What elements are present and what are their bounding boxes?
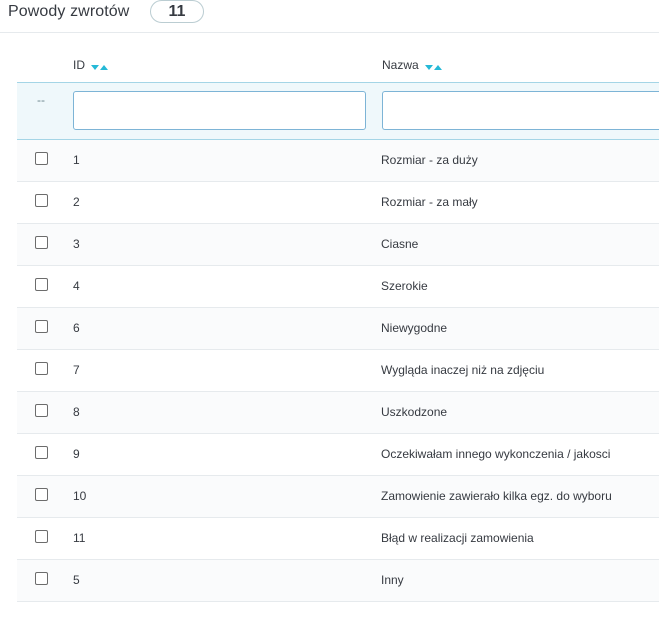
sort-asc-icon[interactable] (434, 64, 443, 70)
row-id: 10 (73, 489, 87, 503)
row-checkbox[interactable] (35, 194, 48, 207)
row-checkbox[interactable] (35, 404, 48, 417)
sort-desc-icon[interactable] (91, 64, 100, 70)
filter-row: -- (17, 83, 659, 140)
row-name: Niewygodne (381, 321, 448, 335)
row-name: Zamowienie zawierało kilka egz. do wybor… (381, 489, 612, 503)
filter-id-input[interactable] (73, 91, 366, 130)
row-id: 6 (73, 321, 80, 335)
row-id: 2 (73, 195, 80, 209)
column-header-id-label: ID (73, 58, 85, 72)
table-row[interactable]: 9 Oczekiwałam innego wykonczenia / jakosc… (17, 434, 659, 476)
count-badge: 11 (150, 0, 204, 23)
table-row[interactable]: 10 Zamowienie zawierało kilka egz. do wyb… (17, 476, 659, 518)
row-checkbox[interactable] (35, 152, 48, 165)
panel-heading: Powody zwrotów 11 (0, 0, 659, 33)
table-row[interactable]: 8 Uszkodzone (17, 392, 659, 434)
table-row[interactable]: 5 Inny (17, 560, 659, 602)
row-id: 9 (73, 447, 80, 461)
table-header-row: ID Nazwa (17, 48, 659, 83)
row-name: Wygląda inaczej niż na zdjęciu (381, 363, 545, 377)
returns-reasons-table: ID Nazwa -- 1 Rozmiar - za duży 2 Rozmiar -… (17, 48, 659, 602)
row-name: Rozmiar - za duży (381, 153, 478, 167)
row-checkbox[interactable] (35, 572, 48, 585)
sort-desc-icon[interactable] (425, 64, 434, 70)
row-name: Oczekiwałam innego wykonczenia / jakosci (381, 447, 611, 461)
row-id: 1 (73, 153, 80, 167)
row-checkbox[interactable] (35, 278, 48, 291)
column-header-name: Nazwa (382, 58, 443, 73)
table-body: 1 Rozmiar - za duży 2 Rozmiar - za mały 3 Cia… (17, 140, 659, 602)
row-id: 11 (73, 531, 86, 545)
row-id: 7 (73, 363, 80, 377)
table-row[interactable]: 1 Rozmiar - za duży (17, 140, 659, 182)
table-row[interactable]: 6 Niewygodne (17, 308, 659, 350)
row-checkbox[interactable] (35, 320, 48, 333)
row-checkbox[interactable] (35, 446, 48, 459)
row-id: 4 (73, 279, 80, 293)
row-checkbox[interactable] (35, 236, 48, 249)
column-header-name-label: Nazwa (382, 58, 419, 72)
row-name: Ciasne (381, 237, 419, 251)
table-row[interactable]: 2 Rozmiar - za mały (17, 182, 659, 224)
sort-controls-name (425, 59, 443, 73)
row-name: Uszkodzone (381, 405, 448, 419)
row-id: 8 (73, 405, 80, 419)
column-header-id: ID (73, 58, 109, 73)
row-name: Błąd w realizacji zamowienia (381, 531, 534, 545)
page-title: Powody zwrotów (8, 3, 130, 20)
sort-asc-icon[interactable] (100, 64, 109, 70)
row-checkbox[interactable] (35, 488, 48, 501)
row-id: 5 (73, 573, 80, 587)
row-name: Rozmiar - za mały (381, 195, 478, 209)
row-name: Inny (381, 573, 404, 587)
table-row[interactable]: 11 Błąd w realizacji zamowienia (17, 518, 659, 560)
row-name: Szerokie (381, 279, 428, 293)
table-row[interactable]: 7 Wygląda inaczej niż na zdjęciu (17, 350, 659, 392)
table-row[interactable]: 4 Szerokie (17, 266, 659, 308)
filter-name-input[interactable] (382, 91, 659, 130)
sort-controls-id (91, 59, 109, 73)
row-checkbox[interactable] (35, 530, 48, 543)
table-row[interactable]: 3 Ciasne (17, 224, 659, 266)
row-checkbox[interactable] (35, 362, 48, 375)
filter-bulk-placeholder: -- (37, 93, 45, 107)
row-id: 3 (73, 237, 80, 251)
